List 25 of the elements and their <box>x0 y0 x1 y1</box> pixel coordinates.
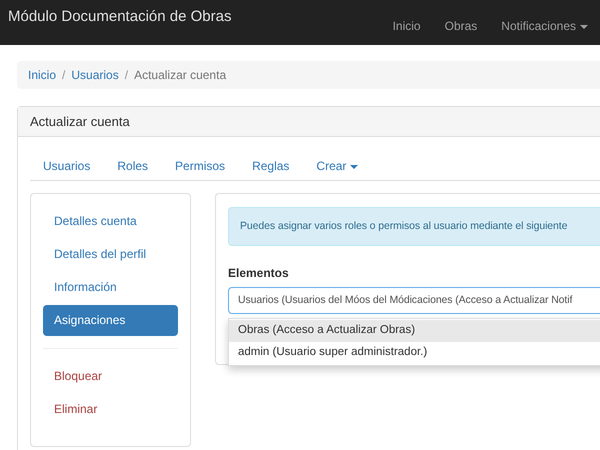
breadcrumb-link[interactable]: Usuarios <box>71 66 119 84</box>
tab[interactable]: Permisos <box>175 157 226 175</box>
breadcrumb-separator: / <box>124 67 128 84</box>
tab[interactable]: Crear <box>316 157 358 175</box>
nav-link[interactable]: Inicio <box>392 17 421 35</box>
breadcrumb-current: Actualizar cuenta <box>134 67 226 84</box>
nav-link[interactable]: Obras <box>444 17 478 35</box>
breadcrumb-link[interactable]: Inicio <box>28 66 56 84</box>
sidebar-item[interactable]: Eliminar <box>43 394 178 425</box>
alert-text: Puedes asignar varios roles o permisos al usuario mediante el siguiente <box>240 218 568 234</box>
dropdown-option[interactable]: Obras (Acceso a Actualizar Obras) <box>229 320 600 342</box>
select-field[interactable]: Usuarios (Usuarios del Móos del Módicaciones (Acceso a Actualizar Notif <box>228 287 600 314</box>
sidebar-item[interactable]: Asignaciones <box>43 305 178 336</box>
panel-title: Actualizar cuenta <box>30 112 130 131</box>
tab[interactable]: Reglas <box>252 157 290 175</box>
breadcrumb-separator: / <box>62 67 66 84</box>
sidebar-item[interactable]: Detalles cuenta <box>43 206 178 237</box>
app-title: Módulo Documentación de Obras <box>8 7 232 27</box>
field-label: Elementos <box>228 265 290 282</box>
sidebar-item[interactable]: Detalles del perfil <box>43 239 178 270</box>
sidebar-item[interactable]: Información <box>43 272 178 303</box>
tab[interactable]: Usuarios <box>43 157 90 175</box>
nav-link[interactable]: Notificaciones <box>501 17 588 35</box>
sidebar-item[interactable]: Bloquear <box>43 361 178 392</box>
tab[interactable]: Roles <box>117 157 148 175</box>
